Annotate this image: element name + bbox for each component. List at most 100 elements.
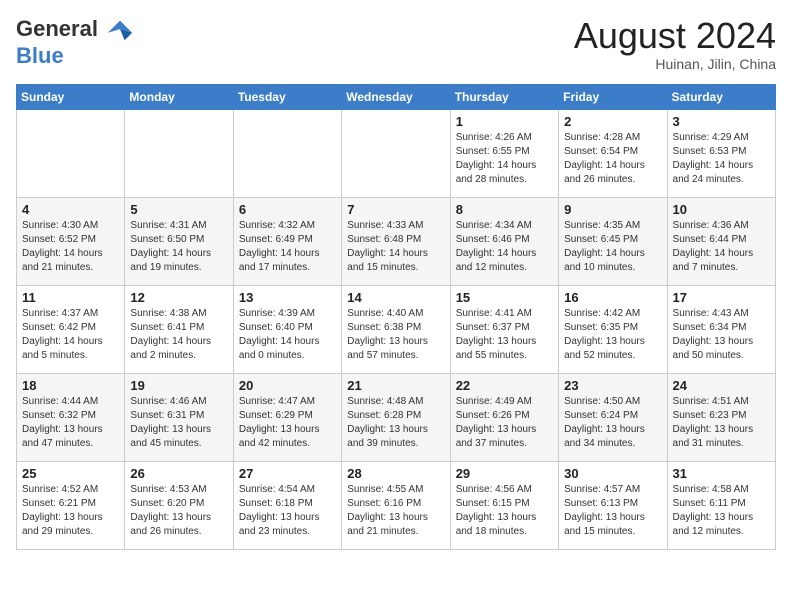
month-title: August 2024 xyxy=(574,16,776,56)
calendar-cell: 10 Sunrise: 4:36 AM Sunset: 6:44 PM Dayli… xyxy=(667,197,775,285)
day-info: Sunrise: 4:50 AM Sunset: 6:24 PM Dayligh… xyxy=(564,395,661,451)
week-row-3: 11 Sunrise: 4:37 AM Sunset: 6:42 PM Dayli… xyxy=(17,285,776,373)
day-number: 15 xyxy=(456,290,553,305)
day-number: 13 xyxy=(239,290,336,305)
day-info: Sunrise: 4:42 AM Sunset: 6:35 PM Dayligh… xyxy=(564,307,661,363)
day-number: 9 xyxy=(564,202,661,217)
calendar-cell: 3 Sunrise: 4:29 AM Sunset: 6:53 PM Daylig… xyxy=(667,109,775,197)
day-info: Sunrise: 4:29 AM Sunset: 6:53 PM Dayligh… xyxy=(673,131,770,187)
weekday-header-saturday: Saturday xyxy=(667,84,775,109)
weekday-header-row: SundayMondayTuesdayWednesdayThursdayFrid… xyxy=(17,84,776,109)
calendar-table: SundayMondayTuesdayWednesdayThursdayFrid… xyxy=(16,84,776,550)
day-info: Sunrise: 4:34 AM Sunset: 6:46 PM Dayligh… xyxy=(456,219,553,275)
day-info: Sunrise: 4:53 AM Sunset: 6:20 PM Dayligh… xyxy=(130,483,227,539)
day-number: 11 xyxy=(22,290,119,305)
day-info: Sunrise: 4:37 AM Sunset: 6:42 PM Dayligh… xyxy=(22,307,119,363)
calendar-cell: 21Sunrise: 4:48 AM Sunset: 6:28 PM Dayli… xyxy=(342,373,450,461)
weekday-header-friday: Friday xyxy=(559,84,667,109)
calendar-cell: 6 Sunrise: 4:32 AM Sunset: 6:49 PM Daylig… xyxy=(233,197,341,285)
day-number: 20 xyxy=(239,378,336,393)
day-info: Sunrise: 4:52 AM Sunset: 6:21 PM Dayligh… xyxy=(22,483,119,539)
day-info: Sunrise: 4:40 AM Sunset: 6:38 PM Dayligh… xyxy=(347,307,444,363)
calendar-cell: 15 Sunrise: 4:41 AM Sunset: 6:37 PM Dayli… xyxy=(450,285,558,373)
day-info: Sunrise: 4:54 AM Sunset: 6:18 PM Dayligh… xyxy=(239,483,336,539)
day-info: Sunrise: 4:56 AM Sunset: 6:15 PM Dayligh… xyxy=(456,483,553,539)
calendar-cell: 23 Sunrise: 4:50 AM Sunset: 6:24 PM Dayli… xyxy=(559,373,667,461)
day-number: 23 xyxy=(564,378,661,393)
calendar-cell: 18 Sunrise: 4:44 AM Sunset: 6:32 PM Dayli… xyxy=(17,373,125,461)
day-info: Sunrise: 4:31 AM Sunset: 6:50 PM Dayligh… xyxy=(130,219,227,275)
weekday-header-tuesday: Tuesday xyxy=(233,84,341,109)
weekday-header-sunday: Sunday xyxy=(17,84,125,109)
day-number: 25 xyxy=(22,466,119,481)
logo-bird-icon xyxy=(106,16,134,44)
day-info: Sunrise: 4:43 AM Sunset: 6:34 PM Dayligh… xyxy=(673,307,770,363)
calendar-cell: 26 Sunrise: 4:53 AM Sunset: 6:20 PM Dayli… xyxy=(125,461,233,549)
calendar-cell: 8 Sunrise: 4:34 AM Sunset: 6:46 PM Daylig… xyxy=(450,197,558,285)
day-info: Sunrise: 4:44 AM Sunset: 6:32 PM Dayligh… xyxy=(22,395,119,451)
calendar-cell: 11 Sunrise: 4:37 AM Sunset: 6:42 PM Dayli… xyxy=(17,285,125,373)
week-row-5: 25 Sunrise: 4:52 AM Sunset: 6:21 PM Dayli… xyxy=(17,461,776,549)
day-number: 7 xyxy=(347,202,444,217)
logo-blue: Blue xyxy=(16,43,64,68)
day-info: Sunrise: 4:47 AM Sunset: 6:29 PM Dayligh… xyxy=(239,395,336,451)
day-number: 6 xyxy=(239,202,336,217)
calendar-cell: 5 Sunrise: 4:31 AM Sunset: 6:50 PM Daylig… xyxy=(125,197,233,285)
day-number: 14 xyxy=(347,290,444,305)
calendar-cell: 31 Sunrise: 4:58 AM Sunset: 6:11 PM Dayli… xyxy=(667,461,775,549)
day-number: 16 xyxy=(564,290,661,305)
day-number: 24 xyxy=(673,378,770,393)
weekday-header-monday: Monday xyxy=(125,84,233,109)
calendar-cell: 24 Sunrise: 4:51 AM Sunset: 6:23 PM Dayli… xyxy=(667,373,775,461)
day-info: Sunrise: 4:30 AM Sunset: 6:52 PM Dayligh… xyxy=(22,219,119,275)
day-number: 18 xyxy=(22,378,119,393)
day-info: Sunrise: 4:57 AM Sunset: 6:13 PM Dayligh… xyxy=(564,483,661,539)
day-number: 5 xyxy=(130,202,227,217)
day-number: 21 xyxy=(347,378,444,393)
day-info: Sunrise: 4:55 AM Sunset: 6:16 PM Dayligh… xyxy=(347,483,444,539)
day-number: 3 xyxy=(673,114,770,129)
day-number: 2 xyxy=(564,114,661,129)
day-number: 31 xyxy=(673,466,770,481)
week-row-4: 18 Sunrise: 4:44 AM Sunset: 6:32 PM Dayli… xyxy=(17,373,776,461)
calendar-cell xyxy=(17,109,125,197)
calendar-cell: 22 Sunrise: 4:49 AM Sunset: 6:26 PM Dayli… xyxy=(450,373,558,461)
calendar-cell: 28 Sunrise: 4:55 AM Sunset: 6:16 PM Dayli… xyxy=(342,461,450,549)
calendar-cell: 14 Sunrise: 4:40 AM Sunset: 6:38 PM Dayli… xyxy=(342,285,450,373)
day-info: Sunrise: 4:58 AM Sunset: 6:11 PM Dayligh… xyxy=(673,483,770,539)
day-number: 26 xyxy=(130,466,227,481)
day-info: Sunrise: 4:36 AM Sunset: 6:44 PM Dayligh… xyxy=(673,219,770,275)
day-number: 17 xyxy=(673,290,770,305)
day-number: 19 xyxy=(130,378,227,393)
day-number: 10 xyxy=(673,202,770,217)
calendar-cell: 7Sunrise: 4:33 AM Sunset: 6:48 PM Daylig… xyxy=(342,197,450,285)
day-number: 28 xyxy=(347,466,444,481)
day-info: Sunrise: 4:49 AM Sunset: 6:26 PM Dayligh… xyxy=(456,395,553,451)
day-number: 4 xyxy=(22,202,119,217)
day-number: 22 xyxy=(456,378,553,393)
day-info: Sunrise: 4:41 AM Sunset: 6:37 PM Dayligh… xyxy=(456,307,553,363)
week-row-2: 4 Sunrise: 4:30 AM Sunset: 6:52 PM Daylig… xyxy=(17,197,776,285)
week-row-1: 1Sunrise: 4:26 AM Sunset: 6:55 PM Daylig… xyxy=(17,109,776,197)
day-number: 30 xyxy=(564,466,661,481)
calendar-cell: 20 Sunrise: 4:47 AM Sunset: 6:29 PM Dayli… xyxy=(233,373,341,461)
location-subtitle: Huinan, Jilin, China xyxy=(574,56,776,72)
calendar-cell: 9 Sunrise: 4:35 AM Sunset: 6:45 PM Daylig… xyxy=(559,197,667,285)
logo-general: General xyxy=(16,16,98,41)
page-header: General Blue August 2024 Huinan, Jilin, … xyxy=(16,16,776,72)
calendar-cell xyxy=(233,109,341,197)
calendar-cell: 16 Sunrise: 4:42 AM Sunset: 6:35 PM Dayli… xyxy=(559,285,667,373)
calendar-cell: 2Sunrise: 4:28 AM Sunset: 6:54 PM Daylig… xyxy=(559,109,667,197)
calendar-cell: 29Sunrise: 4:56 AM Sunset: 6:15 PM Dayli… xyxy=(450,461,558,549)
calendar-cell: 12Sunrise: 4:38 AM Sunset: 6:41 PM Dayli… xyxy=(125,285,233,373)
day-number: 12 xyxy=(130,290,227,305)
calendar-cell: 1Sunrise: 4:26 AM Sunset: 6:55 PM Daylig… xyxy=(450,109,558,197)
day-number: 8 xyxy=(456,202,553,217)
logo: General Blue xyxy=(16,16,134,68)
day-info: Sunrise: 4:35 AM Sunset: 6:45 PM Dayligh… xyxy=(564,219,661,275)
weekday-header-wednesday: Wednesday xyxy=(342,84,450,109)
day-info: Sunrise: 4:51 AM Sunset: 6:23 PM Dayligh… xyxy=(673,395,770,451)
calendar-cell: 19Sunrise: 4:46 AM Sunset: 6:31 PM Dayli… xyxy=(125,373,233,461)
day-info: Sunrise: 4:32 AM Sunset: 6:49 PM Dayligh… xyxy=(239,219,336,275)
calendar-cell xyxy=(342,109,450,197)
